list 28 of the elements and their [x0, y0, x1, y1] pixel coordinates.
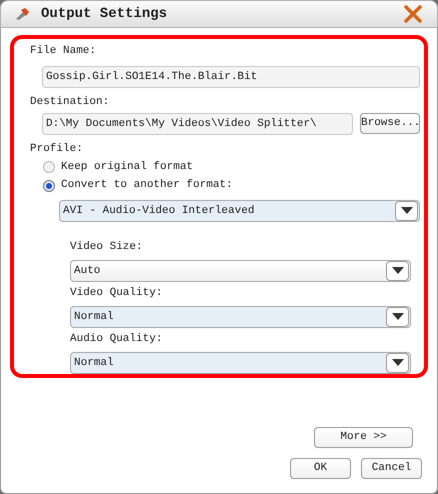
radio-label[interactable]: Keep original format — [61, 158, 194, 176]
dropdown[interactable]: Normal — [70, 352, 411, 374]
caret-icon — [400, 207, 412, 215]
app-icon — [15, 7, 31, 21]
setting-label: Video Size: — [70, 240, 144, 255]
caret-icon — [392, 313, 404, 321]
caret-icon — [392, 359, 404, 367]
profile-label: Profile: — [30, 142, 84, 157]
browse-button[interactable]: Browse... — [360, 113, 420, 134]
close-button[interactable] — [403, 4, 423, 24]
file-name-field[interactable]: Gossip.Girl.SO1E14.The.Blair.Bit — [42, 66, 420, 88]
dropdown[interactable]: Auto — [70, 260, 411, 282]
dropdown[interactable]: Normal — [70, 306, 411, 328]
radio-button[interactable] — [43, 160, 55, 173]
destination-label: Destination: — [30, 94, 110, 110]
caret-icon — [392, 267, 404, 275]
setting-label: Audio Quality: — [70, 332, 164, 347]
destination-field[interactable]: D:\My Documents\My Videos\Video Splitter\ — [42, 113, 353, 135]
setting-label: Video Quality: — [70, 286, 164, 301]
cancel-button[interactable]: Cancel — [361, 458, 422, 479]
window-title: Output Settings — [41, 4, 168, 24]
close-icon — [404, 5, 422, 23]
more-button[interactable]: More >> — [314, 427, 413, 448]
dropdown[interactable]: AVI - Audio-Video Interleaved — [59, 200, 420, 222]
radio-button[interactable] — [43, 180, 55, 192]
radio-label[interactable]: Convert to another format: — [61, 177, 233, 194]
ok-button[interactable]: OK — [290, 458, 351, 479]
file-name-label: File Name: — [30, 44, 98, 59]
